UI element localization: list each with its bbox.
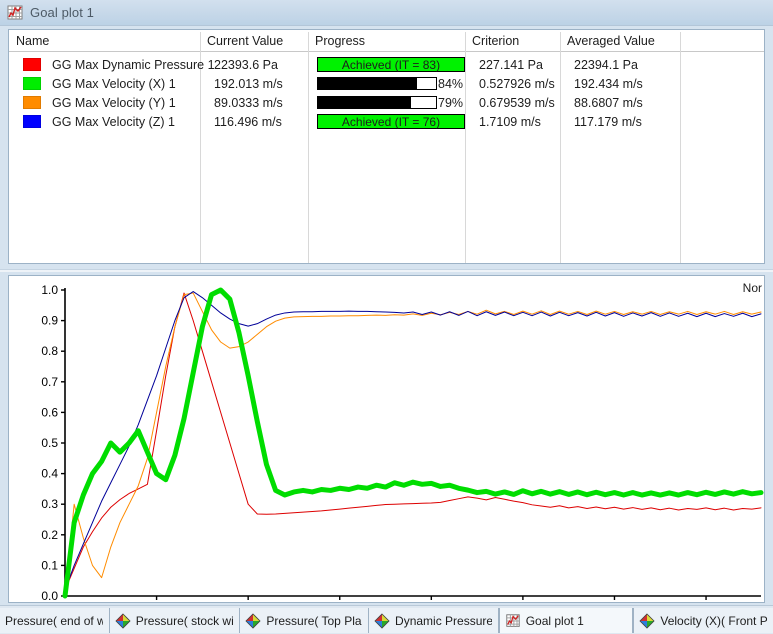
column-header-progress[interactable]: Progress <box>308 30 465 51</box>
svg-text:0.4: 0.4 <box>41 467 58 481</box>
surface-plot-icon <box>115 612 131 629</box>
svg-text:0.2: 0.2 <box>41 528 58 542</box>
document-tabbar: Pressure( end of win Pressure( stock win… <box>0 605 773 634</box>
cell-name: GG Max Velocity (X) 1 <box>52 76 176 91</box>
svg-text:60: 60 <box>608 601 622 602</box>
table-row[interactable]: GG Max Velocity (Y) 1 89.0333 m/s 79% 0.… <box>9 93 764 112</box>
series-color-swatch <box>23 96 41 109</box>
progress-bar-fill <box>318 78 418 89</box>
table-row[interactable]: GG Max Velocity (X) 1 192.013 m/s 84% 0.… <box>9 74 764 93</box>
tab-label: Pressure( end of win <box>5 613 103 628</box>
progress-bar-fill <box>318 97 412 108</box>
svg-text:0.0: 0.0 <box>41 589 58 602</box>
svg-text:0.3: 0.3 <box>41 497 58 511</box>
tab-label: Pressure( Top Plane <box>266 613 362 628</box>
goal-plot-icon <box>505 613 521 629</box>
svg-text:50: 50 <box>516 601 530 602</box>
cell-averaged-value: 88.6807 m/s <box>574 95 643 110</box>
cell-averaged-value: 117.179 m/s <box>574 114 642 129</box>
tab-goal-plot-1[interactable]: Goal plot 1 <box>498 608 634 633</box>
svg-text:0.7: 0.7 <box>41 375 58 389</box>
tab-dynamic-pressure[interactable]: Dynamic Pressure( P <box>369 608 499 633</box>
tab-pressure-stock-wing[interactable]: Pressure( stock wing <box>109 608 241 633</box>
progress-bar-group: 79% <box>317 95 465 110</box>
cell-name: GG Max Velocity (Y) 1 <box>52 95 176 110</box>
surface-plot-icon <box>639 612 655 629</box>
progress-bar-group: 84% <box>317 76 465 91</box>
cell-criterion: 1.7109 m/s <box>479 114 541 129</box>
progress-achieved-badge: Achieved (IT = 83) <box>317 57 465 72</box>
column-header-criterion[interactable]: Criterion <box>465 30 560 51</box>
column-header-name[interactable]: Name <box>9 30 200 51</box>
cell-current-value: 22393.6 Pa <box>214 57 278 72</box>
cell-current-value: 89.0333 m/s <box>214 95 283 110</box>
tab-pressure-top-plane[interactable]: Pressure( Top Plane <box>240 608 370 633</box>
svg-text:1.0: 1.0 <box>41 283 58 297</box>
tab-label: Velocity (X)( Front Pl <box>660 613 767 628</box>
series-color-swatch <box>23 58 41 71</box>
surface-plot-icon <box>245 612 261 629</box>
cell-current-value: 192.013 m/s <box>214 76 283 91</box>
progress-bar-track <box>317 96 437 109</box>
tab-velocity-x-front-plane[interactable]: Velocity (X)( Front Pl <box>633 608 773 633</box>
series-color-swatch <box>23 77 41 90</box>
table-header-row: Name Current Value Progress Criterion Av… <box>9 30 764 52</box>
progress-achieved-badge: Achieved (IT = 76) <box>317 114 465 129</box>
svg-text:40: 40 <box>425 601 439 602</box>
window-titlebar: Goal plot 1 <box>0 0 773 26</box>
plot-canvas[interactable]: 0.0 0.1 0.2 0.3 0.4 0.5 0.6 0.7 0.8 0.9 1.0 10 20 30 4… <box>9 276 764 602</box>
svg-text:70: 70 <box>699 601 713 602</box>
goal-plot-icon <box>6 4 24 22</box>
goal-plot-chart: Nor 0.00.10.20.30.40.50.60.70.80.91.0102… <box>8 275 765 603</box>
tab-pressure-end-of-wing[interactable]: Pressure( end of win <box>0 608 110 633</box>
cell-criterion: 0.679539 m/s <box>479 95 555 110</box>
cell-current-value: 116.496 m/s <box>214 114 282 129</box>
svg-text:0.5: 0.5 <box>41 436 58 450</box>
svg-text:0.8: 0.8 <box>41 344 58 358</box>
surface-plot-icon <box>374 612 390 629</box>
table-row[interactable]: GG Max Dynamic Pressure 1 22393.6 Pa Ach… <box>9 55 764 74</box>
progress-percent-label: 84% <box>438 76 464 91</box>
svg-text:20: 20 <box>241 601 255 602</box>
cell-name: GG Max Dynamic Pressure 1 <box>52 57 215 72</box>
table-row[interactable]: GG Max Velocity (Z) 1 116.496 m/s Achiev… <box>9 112 764 131</box>
cell-averaged-value: 192.434 m/s <box>574 76 643 91</box>
tab-label: Pressure( stock wing <box>135 613 234 628</box>
svg-text:0.9: 0.9 <box>41 314 58 328</box>
cell-criterion: 227.141 Pa <box>479 57 543 72</box>
column-header-current[interactable]: Current Value <box>200 30 308 51</box>
svg-text:10: 10 <box>150 601 164 602</box>
panel-splitter[interactable] <box>0 266 773 275</box>
cell-averaged-value: 22394.1 Pa <box>574 57 638 72</box>
progress-percent-label: 79% <box>438 95 464 110</box>
svg-text:30: 30 <box>333 601 347 602</box>
series-color-swatch <box>23 115 41 128</box>
progress-bar-track <box>317 77 437 90</box>
svg-text:0.6: 0.6 <box>41 405 58 419</box>
column-header-averaged[interactable]: Averaged Value <box>560 30 680 51</box>
cell-name: GG Max Velocity (Z) 1 <box>52 114 175 129</box>
goals-table: Name Current Value Progress Criterion Av… <box>8 29 765 264</box>
tab-label: Dynamic Pressure( P <box>395 613 492 628</box>
svg-text:0.1: 0.1 <box>41 558 58 572</box>
window-title: Goal plot 1 <box>30 5 94 20</box>
cell-criterion: 0.527926 m/s <box>479 76 555 91</box>
goal-plot-window: Goal plot 1 Name Current Value Progress … <box>0 0 773 634</box>
tab-label: Goal plot 1 <box>525 613 584 628</box>
